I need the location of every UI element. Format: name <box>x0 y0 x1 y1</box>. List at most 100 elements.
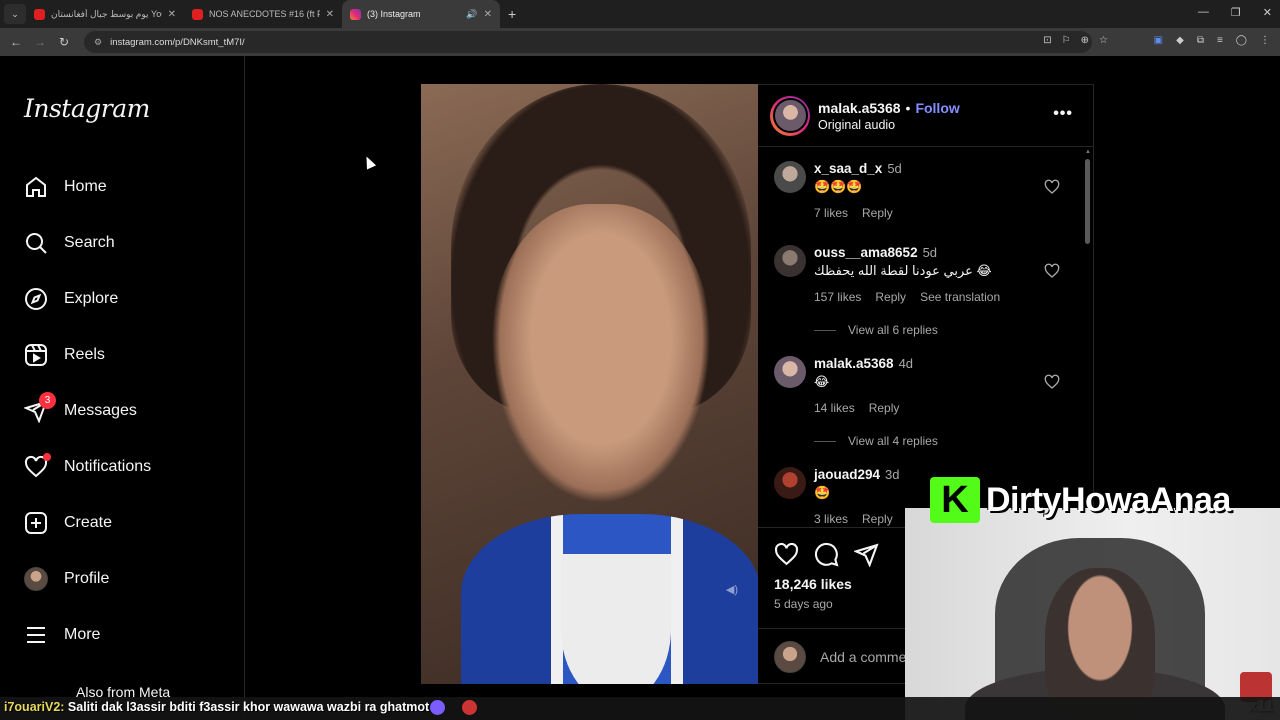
address-bar: ← → ↻ ⚙ instagram.com/p/DNKsmt_tM7I/ ⊡ ⚐… <box>0 28 1280 56</box>
youtube-icon <box>34 8 45 20</box>
comment-likes[interactable]: 14 likes <box>814 401 855 415</box>
url-text: instagram.com/p/DNKsmt_tM7I/ <box>110 36 245 48</box>
tab-youtube-2[interactable]: NOS ANECDOTES #16 (ft Faude ✕ <box>184 0 342 28</box>
avatar[interactable] <box>774 245 806 277</box>
like-comment-icon[interactable] <box>1044 374 1060 390</box>
site-info-icon[interactable]: ⚙ <box>94 37 102 48</box>
comment-username[interactable]: x_saa_d_x <box>814 161 882 176</box>
translate-ext-icon[interactable]: ▣ <box>1154 35 1163 46</box>
reels-icon <box>24 343 48 367</box>
instagram-sidebar: Instagram Home Search Explore Reels 3 Me… <box>0 56 245 720</box>
audio-icon[interactable]: ◀) <box>726 583 738 596</box>
window-controls: — ❐ ✕ <box>1198 6 1272 19</box>
messages-badge: 3 <box>39 392 56 409</box>
tab-search-button[interactable]: ⌄ <box>4 4 26 24</box>
comment-username[interactable]: ouss__ama8652 <box>814 245 918 260</box>
post-video[interactable]: ◀) <box>421 84 758 684</box>
close-icon[interactable]: ✕ <box>484 9 492 20</box>
sidebar-item-search[interactable]: Search <box>24 228 115 258</box>
comments-scrollbar[interactable]: ▲ <box>1085 149 1091 525</box>
ext-diamond-icon[interactable]: ◆ <box>1176 35 1184 46</box>
profile-icon[interactable]: ◯ <box>1236 35 1247 46</box>
instagram-logo[interactable]: Instagram <box>24 94 150 123</box>
comment-likes[interactable]: 157 likes <box>814 290 861 304</box>
reading-list-icon[interactable]: ≡ <box>1217 35 1223 46</box>
audio-link[interactable]: Original audio <box>818 118 960 132</box>
see-translation-button[interactable]: See translation <box>920 290 1000 304</box>
sidebar-item-label: Profile <box>64 570 110 587</box>
share-icon[interactable] <box>854 542 879 567</box>
sidebar-item-label: Notifications <box>64 458 152 475</box>
view-replies-button[interactable]: View all 6 replies <box>814 323 938 337</box>
scrollbar-thumb[interactable] <box>1085 159 1090 244</box>
zoom-icon[interactable]: ⊕ <box>1081 35 1089 46</box>
sidebar-item-label: Reels <box>64 346 105 363</box>
restore-icon[interactable]: ❐ <box>1231 6 1241 19</box>
reply-button[interactable]: Reply <box>862 206 893 220</box>
scroll-up-icon[interactable]: ▲ <box>1085 149 1091 155</box>
like-comment-icon[interactable] <box>1044 179 1060 195</box>
mouse-cursor <box>361 154 377 170</box>
sidebar-item-label: Search <box>64 234 115 251</box>
comment-time: 5d <box>887 161 902 176</box>
sidebar-item-explore[interactable]: Explore <box>24 284 118 314</box>
bookmark-star-icon[interactable]: ☆ <box>1099 35 1108 46</box>
post-header: malak.a5368 • Follow Original audio ••• <box>758 85 1093 147</box>
comment-likes[interactable]: 7 likes <box>814 206 848 220</box>
back-icon[interactable]: ← <box>4 35 28 49</box>
reply-button[interactable]: Reply <box>875 290 906 304</box>
sidebar-item-profile[interactable]: Profile <box>24 564 109 594</box>
speaker-icon[interactable]: 🔊 <box>466 9 477 20</box>
reply-button[interactable]: Reply <box>869 401 900 415</box>
forward-icon[interactable]: → <box>28 35 52 49</box>
more-options-icon[interactable]: ••• <box>1053 105 1073 123</box>
youtube-icon <box>192 8 203 20</box>
tab-instagram[interactable]: (3) Instagram 🔊 ✕ <box>342 0 500 28</box>
heart-icon <box>24 453 51 479</box>
translate-icon[interactable]: ⚐ <box>1062 35 1071 46</box>
menu-icon[interactable]: ⋮ <box>1260 35 1270 46</box>
comment-username[interactable]: jaouad294 <box>814 467 880 482</box>
avatar[interactable] <box>774 356 806 388</box>
close-window-icon[interactable]: ✕ <box>1263 6 1272 19</box>
sidebar-item-messages[interactable]: 3 Messages <box>24 392 137 426</box>
avatar[interactable] <box>774 161 806 193</box>
like-count[interactable]: 18,246 likes <box>774 576 852 592</box>
comment-input[interactable]: Add a comme <box>820 649 906 665</box>
sidebar-item-create[interactable]: Create <box>24 508 112 538</box>
view-replies-button[interactable]: View all 4 replies <box>814 434 938 448</box>
sidebar-item-reels[interactable]: Reels <box>24 340 105 370</box>
sidebar-item-notifications[interactable]: Notifications <box>24 452 151 482</box>
author-username[interactable]: malak.a5368 <box>818 100 901 116</box>
comment-username[interactable]: malak.a5368 <box>814 356 894 371</box>
like-icon[interactable] <box>774 542 799 567</box>
close-icon[interactable]: ✕ <box>326 9 334 20</box>
avatar[interactable] <box>774 467 806 499</box>
url-field[interactable]: ⚙ instagram.com/p/DNKsmt_tM7I/ <box>84 31 1092 53</box>
author-avatar[interactable] <box>770 95 810 136</box>
minimize-icon[interactable]: — <box>1198 6 1209 19</box>
webcam-person <box>1045 568 1155 718</box>
comment-likes[interactable]: 3 likes <box>814 512 848 526</box>
extension-icons: ▣ ◆ ⧉ ≡ ◯ ⋮ <box>1154 35 1270 46</box>
new-tab-button[interactable]: + <box>508 6 516 22</box>
post-date: 5 days ago <box>774 597 833 611</box>
menu-icon <box>24 623 48 647</box>
extensions-icon[interactable]: ⧉ <box>1197 35 1204 46</box>
install-icon[interactable]: ⊡ <box>1043 35 1051 46</box>
like-comment-icon[interactable] <box>1044 263 1060 279</box>
chat-message: i7ouariV2: Saliti dak l3assir bditi f3as… <box>4 700 429 714</box>
sidebar-item-more[interactable]: More <box>24 620 100 650</box>
comment-time: 4d <box>898 356 914 371</box>
follow-button[interactable]: Follow <box>915 100 959 116</box>
instagram-icon <box>350 8 361 20</box>
reply-button[interactable]: Reply <box>862 512 893 526</box>
sidebar-item-home[interactable]: Home <box>24 172 107 202</box>
reload-icon[interactable]: ↻ <box>52 35 76 49</box>
sidebar-item-label: Home <box>64 178 107 195</box>
tab-youtube-1[interactable]: يوم بوسط جبال أفغانستان YouTube ✕ <box>26 0 184 28</box>
comment-icon[interactable] <box>814 542 839 567</box>
comment-text: 🤩🤩🤩 <box>814 179 863 194</box>
avatar <box>774 640 806 673</box>
close-icon[interactable]: ✕ <box>168 9 176 20</box>
